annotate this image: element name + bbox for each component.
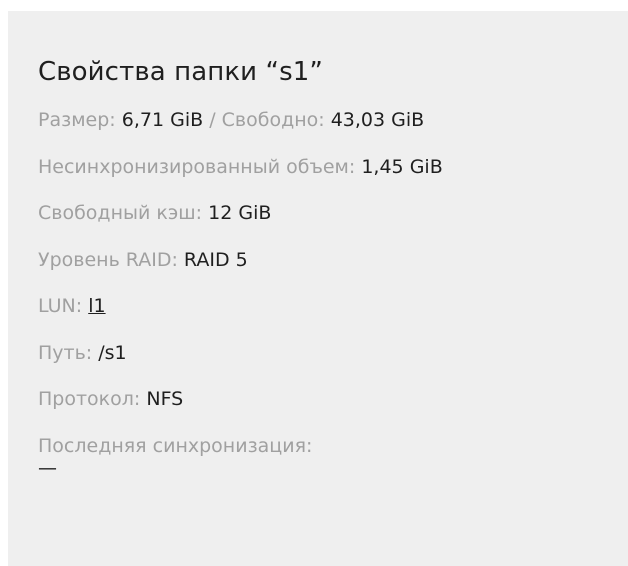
free-label: Свободно: [221,109,325,131]
size-row: Размер: 6,71 GiB / Свободно: 43,03 GiB [38,108,628,132]
raid-row: Уровень RAID: RAID 5 [38,248,628,272]
size-label: Размер: [38,109,116,131]
protocol-label: Протокол: [38,388,141,410]
protocol-value: NFS [146,388,184,410]
raid-value: RAID 5 [183,248,248,271]
protocol-row: Протокол: NFS [38,387,628,411]
folder-properties-panel: Свойства папки “s1” Размер: 6,71 GiB / С… [8,11,628,566]
lun-row: LUN: l1 [38,294,628,318]
last-sync-value: — [38,456,57,479]
path-row: Путь: /s1 [38,341,628,365]
last-sync-label: Последняя синхронизация: [38,434,313,457]
unsynced-value: 1,45 GiB [361,155,443,178]
properties-list: Размер: 6,71 GiB / Свободно: 43,03 GiB Н… [38,108,628,480]
size-value: 6,71 GiB [121,109,204,131]
panel-title: Свойства папки “s1” [38,57,323,87]
free-value: 43,03 GiB [330,109,425,131]
unsynced-label: Несинхронизированный объем: [38,155,356,178]
cache-value: 12 GiB [208,202,272,224]
size-separator: / [209,109,216,131]
path-label: Путь: [38,341,93,364]
cache-row: Свободный кэш: 12 GiB [38,201,628,225]
raid-label: Уровень RAID: [38,248,178,271]
path-value: /s1 [98,341,127,364]
lun-label: LUN: [38,295,83,317]
last-sync-row: Последняя синхронизация: [38,434,628,458]
lun-link[interactable]: l1 [88,295,105,317]
unsynced-row: Несинхронизированный объем: 1,45 GiB [38,155,628,179]
cache-label: Свободный кэш: [38,202,203,224]
